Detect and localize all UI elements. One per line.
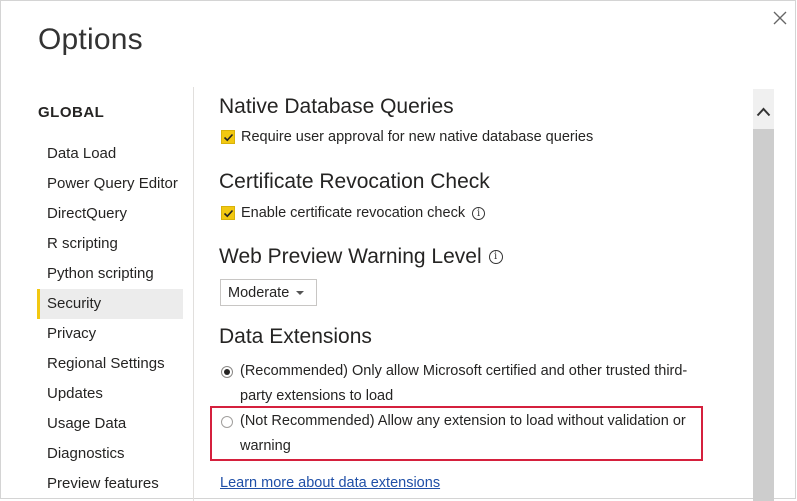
cert-revocation-label: Enable certificate revocation check <box>241 205 466 221</box>
sidebar-item-privacy[interactable]: Privacy <box>37 319 183 349</box>
sidebar-item-r-scripting[interactable]: R scripting <box>37 229 183 259</box>
sidebar-item-usage-data[interactable]: Usage Data <box>37 409 183 439</box>
web-preview-heading-row: Web Preview Warning Level i <box>219 245 503 269</box>
native-queries-checkbox[interactable] <box>221 130 235 144</box>
web-preview-level-dropdown[interactable]: Moderate <box>220 279 317 306</box>
sidebar-item-diagnostics[interactable]: Diagnostics <box>37 439 183 469</box>
scrollbar-thumb[interactable] <box>753 129 774 501</box>
web-preview-heading: Web Preview Warning Level <box>219 245 482 268</box>
checkmark-icon <box>223 133 234 142</box>
scroll-up-button[interactable] <box>753 89 774 129</box>
chevron-down-icon <box>296 290 305 295</box>
extensions-option-recommended[interactable]: (Recommended) Only allow Microsoft certi… <box>221 359 691 409</box>
cert-revocation-heading: Certificate Revocation Check <box>219 170 490 193</box>
sidebar-item-updates[interactable]: Updates <box>37 379 183 409</box>
info-icon[interactable]: i <box>488 250 503 264</box>
sidebar-item-regional-settings[interactable]: Regional Settings <box>37 349 183 379</box>
learn-more-data-extensions-link[interactable]: Learn more about data extensions <box>220 475 440 491</box>
sidebar-group-global: GLOBAL <box>38 104 105 121</box>
sidebar-item-python-scripting[interactable]: Python scripting <box>37 259 183 289</box>
radio-not-recommended[interactable] <box>221 416 233 428</box>
info-icon[interactable]: i <box>472 206 486 220</box>
chevron-up-icon <box>756 107 771 117</box>
sidebar-item-data-load[interactable]: Data Load <box>37 139 183 169</box>
cert-revocation-checkbox[interactable] <box>221 206 235 220</box>
radio-not-recommended-label: (Not Recommended) Allow any extension to… <box>240 413 686 454</box>
dialog-title: Options <box>38 23 143 56</box>
radio-recommended[interactable] <box>221 366 233 378</box>
sidebar-item-directquery[interactable]: DirectQuery <box>37 199 183 229</box>
data-extensions-heading: Data Extensions <box>219 325 372 348</box>
native-queries-heading: Native Database Queries <box>219 95 454 118</box>
options-sidebar: GLOBAL Data Load Power Query Editor Dire… <box>37 101 183 499</box>
cert-revocation-row: Enable certificate revocation check i <box>221 205 486 221</box>
sidebar-divider <box>193 87 194 501</box>
checkmark-icon <box>223 209 234 218</box>
native-queries-label: Require user approval for new native dat… <box>241 129 594 145</box>
radio-recommended-label: (Recommended) Only allow Microsoft certi… <box>240 363 688 404</box>
options-dialog: Options GLOBAL Data Load Power Query Edi… <box>0 0 796 501</box>
vertical-scrollbar[interactable] <box>753 89 774 501</box>
web-preview-level-value: Moderate <box>228 284 290 301</box>
close-button[interactable] <box>769 7 791 29</box>
extensions-option-not-recommended[interactable]: (Not Recommended) Allow any extension to… <box>221 409 691 459</box>
sidebar-item-preview-features[interactable]: Preview features <box>37 469 183 499</box>
close-icon <box>773 11 787 25</box>
sidebar-item-power-query-editor[interactable]: Power Query Editor <box>37 169 183 199</box>
sidebar-item-security[interactable]: Security <box>37 289 183 319</box>
native-queries-row: Require user approval for new native dat… <box>221 129 593 145</box>
